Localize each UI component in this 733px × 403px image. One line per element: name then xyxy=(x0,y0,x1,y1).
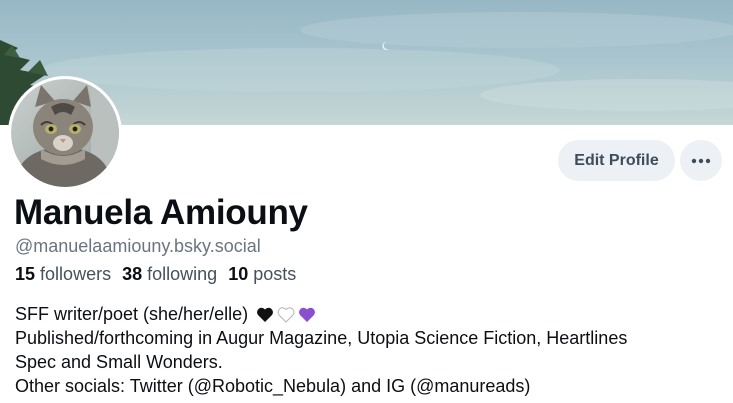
black-heart-icon xyxy=(257,307,274,322)
profile-handle: @manuelaamiouny.bsky.social xyxy=(15,236,261,256)
profile-avatar[interactable] xyxy=(8,76,122,190)
profile-bio: SFF writer/poet (she/her/elle) Published… xyxy=(15,302,725,398)
more-options-button[interactable] xyxy=(680,140,722,181)
following-count: 38 xyxy=(122,264,143,284)
white-heart-icon xyxy=(277,307,295,323)
profile-stats: 15 followers 38 following 10 posts xyxy=(15,264,302,285)
followers-link[interactable]: 15 followers xyxy=(15,264,111,284)
bio-line-1: SFF writer/poet (she/her/elle) xyxy=(15,302,725,326)
posts-count-text: 10 posts xyxy=(228,264,296,284)
following-label: following xyxy=(147,264,218,284)
bio-line-2: Published/forthcoming in Augur Magazine,… xyxy=(15,328,628,348)
bio-line-1-text: SFF writer/poet (she/her/elle) xyxy=(15,304,249,324)
followers-count: 15 xyxy=(15,264,36,284)
display-name: Manuela Amiouny xyxy=(14,193,308,232)
following-link[interactable]: 38 following xyxy=(122,264,217,284)
followers-label: followers xyxy=(40,264,112,284)
purple-heart-icon xyxy=(299,307,316,322)
profile-page: Edit Profile Manuela Amiouny @manuelaami… xyxy=(0,0,733,403)
ellipsis-icon xyxy=(691,158,711,163)
posts-label: posts xyxy=(253,264,297,284)
bio-line-3: Spec and Small Wonders. xyxy=(15,352,223,372)
edit-profile-button[interactable]: Edit Profile xyxy=(558,140,675,181)
bio-line-4: Other socials: Twitter (@Robotic_Nebula)… xyxy=(15,376,531,396)
posts-count: 10 xyxy=(228,264,249,284)
